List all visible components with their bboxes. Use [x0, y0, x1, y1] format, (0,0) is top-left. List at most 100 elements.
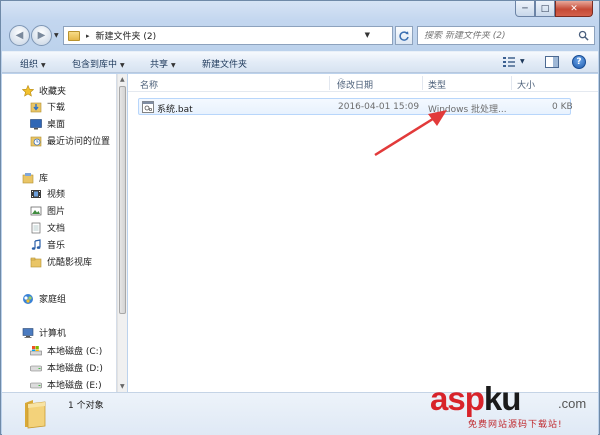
include-in-library-label: 包含到库中	[72, 60, 118, 70]
file-row[interactable]: 系统.bat 2016-04-01 15:09 Windows 批处理... 0…	[138, 98, 573, 115]
sidebar-item-drive-d[interactable]: 本地磁盘 (D:)	[30, 359, 103, 376]
help-icon[interactable]: ?	[572, 55, 586, 69]
recent-places-icon	[30, 136, 42, 146]
watermark-logo: aspku .com 免费网站源码下载站!	[430, 380, 598, 432]
breadcrumb-separator-icon[interactable]: ▸	[86, 32, 90, 40]
libraries-icon	[22, 172, 34, 183]
column-header-name[interactable]: 名称	[140, 78, 158, 91]
sidebar-item-videos[interactable]: 视频	[30, 185, 65, 202]
search-input[interactable]	[424, 30, 574, 41]
chevron-down-icon: ▼	[41, 62, 46, 69]
system-drive-icon	[30, 345, 42, 355]
sidebar-item-downloads[interactable]: 下载	[30, 98, 65, 115]
pictures-icon	[30, 206, 42, 215]
watermark-slogan: 免费网站源码下载站!	[468, 420, 563, 430]
hard-drive-icon	[30, 365, 42, 371]
search-box[interactable]	[417, 26, 595, 45]
sidebar-item-libraries[interactable]: 库	[22, 169, 48, 186]
change-view-icon[interactable]	[502, 56, 516, 68]
sidebar-item-label: 本地磁盘 (D:)	[47, 364, 103, 374]
forward-arrow-icon: ▶	[37, 30, 46, 41]
sidebar-item-label: 最近访问的位置	[47, 137, 111, 147]
sidebar-item-pictures[interactable]: 图片	[30, 202, 65, 219]
column-header-type[interactable]: 类型	[428, 78, 446, 91]
documents-icon	[31, 222, 41, 233]
navigation-pane: 收藏夹 下载 桌面 最近访问的位置 库 视频 图片 文档 音乐 优酷影视库 家庭…	[2, 74, 117, 392]
file-name: 系统.bat	[157, 105, 193, 115]
watermark-brand: aspku	[430, 380, 522, 418]
sidebar-item-label: 收藏夹	[39, 87, 67, 97]
address-bar[interactable]: ▸ 新建文件夹 (2) ▼	[63, 26, 393, 45]
column-divider[interactable]	[511, 76, 512, 90]
include-in-library-menu[interactable]: 包含到库中 ▼	[72, 57, 125, 70]
star-icon	[22, 84, 34, 97]
sidebar-item-label: 音乐	[47, 241, 66, 251]
sidebar-item-label: 优酷影视库	[47, 258, 93, 268]
sidebar-item-label: 家庭组	[39, 295, 67, 305]
chevron-down-icon: ▼	[171, 62, 176, 69]
sidebar-item-label: 本地磁盘 (E:)	[47, 381, 102, 391]
sidebar-item-favorites[interactable]: 收藏夹	[22, 82, 66, 99]
sidebar-item-youku-library[interactable]: 优酷影视库	[30, 253, 92, 270]
watermark-asp: asp	[430, 380, 485, 417]
preview-pane-icon[interactable]	[545, 56, 559, 68]
file-size: 0 KB	[552, 102, 573, 112]
sidebar-item-label: 下载	[47, 103, 66, 113]
sidebar-item-drive-c[interactable]: 本地磁盘 (C:)	[30, 342, 102, 359]
view-options-dropdown[interactable]: ▼	[520, 58, 525, 65]
sidebar-item-drive-e[interactable]: 本地磁盘 (E:)	[30, 376, 102, 392]
homegroup-icon	[23, 293, 33, 304]
forward-button[interactable]: ▶	[31, 25, 52, 46]
share-label: 共享	[150, 60, 169, 70]
sidebar-item-recent-places[interactable]: 最近访问的位置	[30, 132, 110, 149]
sidebar-item-computer[interactable]: 计算机	[22, 324, 66, 341]
breadcrumb-current-folder[interactable]: 新建文件夹 (2)	[96, 29, 157, 42]
item-count: 1 个对象	[68, 401, 104, 411]
watermark-domain: .com	[558, 396, 587, 411]
close-button[interactable]: ✕	[555, 1, 593, 17]
computer-icon	[22, 327, 34, 338]
explorer-window: ─ □ ✕ ◀ ▶ ▼ ▸ 新建文件夹 (2) ▼ 组织▼	[0, 0, 600, 435]
desktop-icon	[30, 118, 42, 129]
sidebar-item-label: 桌面	[47, 120, 66, 130]
sidebar-item-label: 计算机	[39, 329, 67, 339]
column-header-size[interactable]: 大小	[517, 78, 535, 91]
hard-drive-icon	[30, 382, 42, 388]
address-dropdown-icon[interactable]: ▼	[365, 31, 370, 39]
sidebar-item-label: 库	[39, 174, 49, 184]
sidebar-item-homegroup[interactable]: 家庭组	[22, 290, 66, 307]
recent-pages-dropdown[interactable]: ▼	[54, 32, 59, 39]
sidebar-item-label: 图片	[47, 207, 66, 217]
new-folder-button[interactable]: 新建文件夹	[202, 57, 247, 70]
scrollbar-thumb[interactable]	[119, 86, 126, 314]
minimize-button[interactable]: ─	[515, 1, 535, 17]
refresh-button[interactable]	[395, 26, 413, 45]
batch-file-icon	[142, 101, 154, 113]
folder-icon	[30, 257, 42, 267]
sidebar-item-label: 视频	[47, 190, 66, 200]
watermark-ku: ku	[483, 380, 522, 417]
sidebar-item-documents[interactable]: 文档	[30, 219, 65, 236]
maximize-button[interactable]: □	[535, 1, 555, 17]
column-divider[interactable]	[329, 76, 330, 90]
sidebar-item-music[interactable]: 音乐	[30, 236, 65, 253]
file-type: Windows 批处理...	[428, 105, 507, 115]
music-icon	[31, 238, 41, 250]
column-divider[interactable]	[422, 76, 423, 90]
organize-menu[interactable]: 组织 ▼	[20, 57, 46, 70]
scroll-down-icon[interactable]: ▼	[120, 383, 125, 390]
sidebar-item-desktop[interactable]: 桌面	[30, 115, 65, 132]
command-bar: 组织 ▼ 包含到库中 ▼ 共享 ▼ 新建文件夹 ▼ ?	[2, 51, 598, 73]
back-arrow-icon: ◀	[15, 30, 24, 41]
column-headers: 名称 修改日期 ︿ 类型 大小	[128, 74, 598, 92]
organize-label: 组织	[20, 60, 39, 70]
file-modified-date: 2016-04-01 15:09	[338, 102, 420, 112]
navigation-bar: ◀ ▶ ▼ ▸ 新建文件夹 (2) ▼	[7, 25, 595, 47]
download-folder-icon	[30, 102, 42, 112]
share-menu[interactable]: 共享 ▼	[150, 57, 176, 70]
scroll-up-icon[interactable]: ▲	[120, 76, 125, 83]
navigation-pane-scrollbar[interactable]: ▲ ▼	[117, 74, 127, 392]
sidebar-item-label: 本地磁盘 (C:)	[47, 347, 103, 357]
back-button[interactable]: ◀	[9, 25, 30, 46]
search-icon[interactable]	[578, 30, 589, 41]
